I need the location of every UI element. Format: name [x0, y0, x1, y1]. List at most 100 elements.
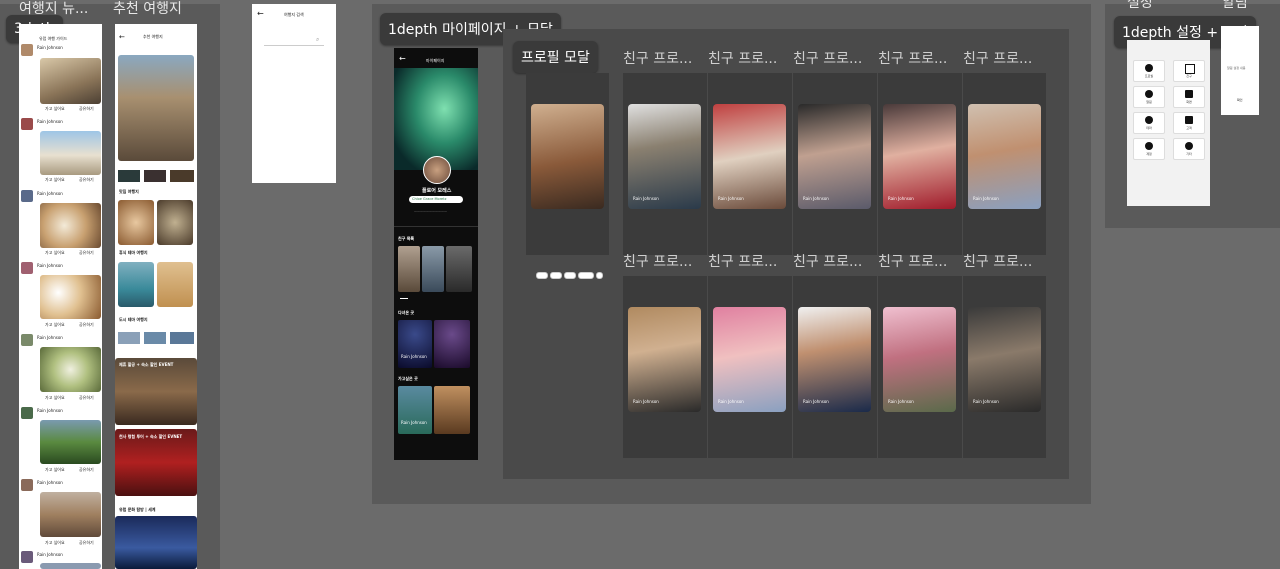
info-icon [1145, 142, 1153, 150]
settings-item-support[interactable]: 고객 [1173, 112, 1205, 134]
hero-image [118, 55, 194, 161]
friend-card-1[interactable]: Rain Johnson [628, 104, 701, 209]
want-to-go-title: 가고싶은 곳 [398, 376, 418, 381]
friend-icon [1185, 64, 1195, 74]
avatar [21, 334, 33, 346]
post-user: Rain Johnson [37, 45, 63, 50]
settings-item-alert[interactable]: 알림 [1133, 86, 1165, 108]
friends-thumb-2[interactable] [422, 246, 444, 292]
event-banner-1[interactable] [115, 358, 197, 425]
friend-col-label-2: 친구 프로... [708, 51, 778, 67]
friends-list-title: 친구 목록 [398, 236, 415, 241]
alert-confirm-button[interactable]: 확인 [1237, 98, 1243, 102]
settings-item-account[interactable]: 계정 [1133, 138, 1165, 160]
scroll-indicator [400, 298, 408, 299]
chip-1[interactable] [536, 272, 548, 279]
friend-card-10[interactable]: Rain Johnson [968, 307, 1041, 412]
chip-2[interactable] [550, 272, 562, 279]
back-icon[interactable]: ← [399, 54, 406, 63]
friend-card-name: Rain Johnson [888, 399, 914, 404]
back-icon[interactable]: ← [119, 33, 125, 41]
avatar [21, 118, 33, 130]
like-label[interactable]: 가고 싶어요 [45, 177, 65, 183]
profile-modal-card[interactable] [531, 104, 604, 209]
post-user: Rain Johnson [37, 552, 63, 557]
settings-item-etc[interactable]: 기타 [1173, 138, 1205, 160]
section-europe: 유럽 문화 탐방 | 세계 [119, 507, 156, 512]
settings-item-profile[interactable]: 프로필 [1133, 60, 1165, 82]
been-thumb-2[interactable] [434, 320, 470, 368]
post-image [40, 275, 101, 319]
friend-col-label-4: 친구 프로... [878, 51, 948, 67]
frame-title-settings: 설정 [1127, 0, 1153, 11]
been-there-title: 다녀온 곳 [398, 310, 415, 315]
search-input[interactable] [264, 36, 324, 46]
want-card-name: Rain Johnson [401, 420, 427, 425]
share-label[interactable]: 공유하기 [79, 467, 94, 473]
settings-item-screen[interactable]: 화면 [1173, 86, 1205, 108]
screen-icon [1185, 90, 1193, 98]
post-user: Rain Johnson [37, 408, 63, 413]
friend-card-8[interactable]: Rain Johnson [798, 307, 871, 412]
friend-card-name: Rain Johnson [803, 399, 829, 404]
friend-card-9[interactable]: Rain Johnson [883, 307, 956, 412]
settings-item-friend[interactable]: 친구 [1173, 60, 1205, 82]
friend-col-label-1: 친구 프로... [623, 51, 693, 67]
friend-card-name: Rain Johnson [718, 196, 744, 201]
search-icon[interactable]: ⌕ [316, 36, 319, 44]
alert-phone: 알림 설정 내용 확인 [1221, 26, 1259, 115]
post-user: Rain Johnson [37, 480, 63, 485]
share-label[interactable]: 공유하기 [79, 177, 94, 183]
want-thumb-1[interactable] [398, 386, 432, 434]
like-label[interactable]: 가고 싶어요 [45, 395, 65, 401]
share-label[interactable]: 공유하기 [79, 395, 94, 401]
avatar [21, 551, 33, 563]
friend-card-7[interactable]: Rain Johnson [713, 307, 786, 412]
chip-4[interactable] [578, 272, 594, 279]
europe-banner[interactable] [115, 516, 197, 569]
food-image-2 [157, 200, 193, 245]
like-label[interactable]: 가고 싶어요 [45, 322, 65, 328]
friend-card-3[interactable]: Rain Johnson [798, 104, 871, 209]
theme-icon [1145, 116, 1153, 124]
friend-card-5[interactable]: Rain Johnson [968, 104, 1041, 209]
avatar [21, 479, 33, 491]
friend-card-name: Rain Johnson [718, 399, 744, 404]
recommend-phone: ← 추천 여행지 맛집 여행지 휴식 테마 여행지 도시 테마 여행지 제휴 할… [115, 24, 197, 569]
friends-thumb-3[interactable] [446, 246, 472, 292]
wrench-icon [1185, 116, 1193, 124]
like-label[interactable]: 가고 싶어요 [45, 106, 65, 112]
like-label[interactable]: 가고 싶어요 [45, 250, 65, 256]
share-label[interactable]: 공유하기 [79, 322, 94, 328]
want-thumb-2[interactable] [434, 386, 470, 434]
avatar [21, 407, 33, 419]
like-label[interactable]: 가고 싶어요 [45, 540, 65, 546]
friend-card-4[interactable]: Rain Johnson [883, 104, 956, 209]
chip-row [532, 272, 612, 280]
friend-card-2[interactable]: Rain Johnson [713, 104, 786, 209]
friends-thumb-1[interactable] [398, 246, 420, 292]
post-image [40, 131, 101, 175]
settings-phone: 프로필 친구 알림 화면 테마 고객 계정 기타 [1127, 40, 1210, 206]
chip-5[interactable] [596, 272, 603, 279]
share-label[interactable]: 공유하기 [79, 540, 94, 546]
post-image [40, 347, 101, 392]
share-label[interactable]: 공유하기 [79, 106, 94, 112]
back-icon[interactable]: ← [257, 9, 264, 18]
mypage-user-name: 플로어 모레스 [422, 188, 452, 194]
rest-image-2 [157, 262, 193, 307]
friend-card-name: Rain Johnson [973, 196, 999, 201]
settings-item-theme[interactable]: 테마 [1133, 112, 1165, 134]
like-label[interactable]: 가고 싶어요 [45, 467, 65, 473]
chip-3[interactable] [564, 272, 576, 279]
badge-profile-modal: 프로필 모달 [513, 41, 598, 73]
divider [394, 226, 478, 227]
friend-card-6[interactable]: Rain Johnson [628, 307, 701, 412]
mypage-phone: ← 마이페이지 플로어 모레스 Chloe Grace Moretz —————… [394, 48, 478, 460]
chat-icon [1185, 142, 1193, 150]
avatar[interactable] [423, 156, 451, 184]
share-label[interactable]: 공유하기 [79, 250, 94, 256]
post-image [40, 563, 101, 569]
been-thumb-1[interactable] [398, 320, 432, 368]
intro-text: ——————————— [414, 209, 447, 213]
